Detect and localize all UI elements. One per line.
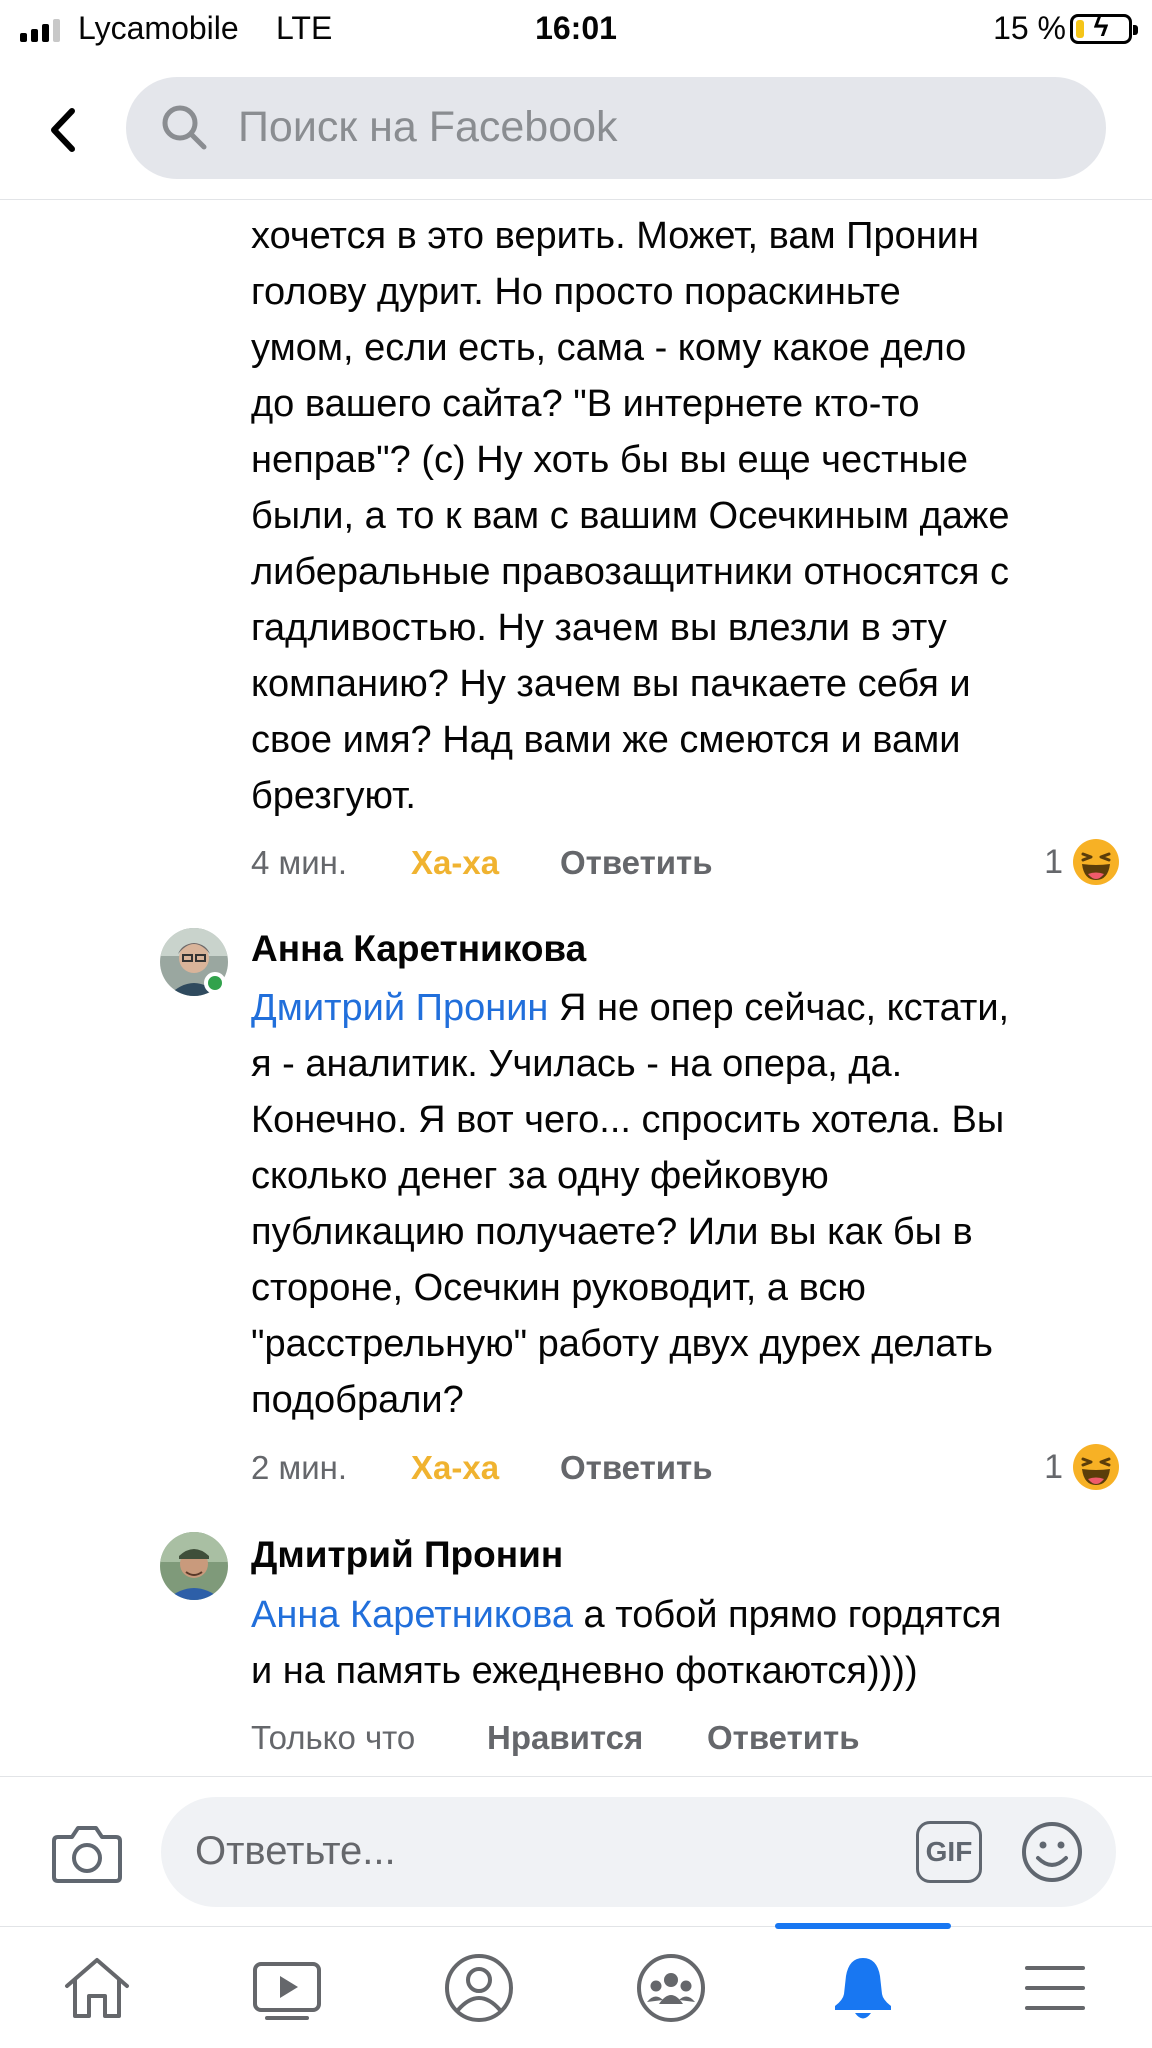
comment-line: подобрали? xyxy=(251,1379,464,1421)
status-time: 16:01 xyxy=(535,10,617,46)
comment-line: и на память ежедневно фоткаются)))) xyxy=(251,1650,918,1692)
top-bar: Поиск на Facebook xyxy=(0,60,1152,200)
reaction-summary[interactable]: 1 xyxy=(1044,832,1121,892)
tab-notifications[interactable] xyxy=(768,1927,958,2048)
comment-line: стороне, Осечкин руководит, а всю xyxy=(251,1267,866,1309)
tab-groups[interactable] xyxy=(576,1927,766,2048)
avatar[interactable] xyxy=(160,1532,228,1600)
comment-timestamp: Только что xyxy=(251,1719,416,1756)
comment-actions: 4 мин. Ха-ха Ответить 1 xyxy=(251,832,1121,892)
comment-line: компанию? Ну зачем вы пачкаете себя и xyxy=(251,663,971,705)
haha-reaction-button[interactable]: Ха-ха xyxy=(411,844,499,882)
reaction-summary[interactable]: 1 xyxy=(1044,1437,1121,1497)
comment-line: были, а то к вам с вашим Осечкиным даже xyxy=(251,495,1010,537)
comment-timestamp: 2 мин. xyxy=(251,1449,348,1486)
comment-body: Анна Каретникова а тобой прямо гордятся … xyxy=(251,1587,1131,1699)
comment-line: гадливостью. Ну зачем вы влезли в эту xyxy=(251,607,947,649)
search-input[interactable]: Поиск на Facebook xyxy=(126,77,1106,179)
comment-line: до вашего сайта? "В интернете кто-то xyxy=(251,383,920,425)
comment-line: хочется в это верить. Может, вам Пронин xyxy=(251,215,979,257)
comment-line: Конечно. Я вот чего... спросить хотела. … xyxy=(251,1099,1005,1141)
reply-input[interactable]: Ответьте... GIF xyxy=(161,1797,1116,1907)
comment-body: хочется в это верить. Может, вам Пронин … xyxy=(251,208,1131,824)
comment-line: свое имя? Над вами же смеются и вами xyxy=(251,719,961,761)
comment-line: брезгуют. xyxy=(251,775,416,817)
smiley-icon[interactable] xyxy=(1020,1820,1084,1884)
reply-button[interactable]: Ответить xyxy=(560,1449,713,1487)
comment-line: неправ"? (с) Ну хоть бы вы еще честные xyxy=(251,439,968,481)
reply-button[interactable]: Ответить xyxy=(560,844,713,882)
comment-line: либеральные правозащитники относятся с xyxy=(251,551,1009,593)
reply-button[interactable]: Ответить xyxy=(707,1719,860,1757)
camera-icon[interactable] xyxy=(50,1821,124,1885)
reply-placeholder: Ответьте... xyxy=(195,1829,396,1873)
tab-menu[interactable] xyxy=(960,1927,1150,2048)
reaction-count: 1 xyxy=(1044,1447,1063,1486)
search-icon xyxy=(162,105,207,150)
tab-video[interactable] xyxy=(192,1927,382,2048)
comment-line-first: Анна Каретникова а тобой прямо гордятся xyxy=(251,1594,1002,1636)
mention-link[interactable]: Дмитрий Пронин xyxy=(251,987,548,1029)
groups-icon xyxy=(637,1954,705,2022)
haha-emoji-icon xyxy=(1073,839,1119,885)
notifications-bell-icon xyxy=(835,1958,891,2019)
battery-charging-icon: ϟ xyxy=(1070,11,1138,44)
comment-line: я - аналитик. Училась - на опера, да. xyxy=(251,1043,903,1085)
haha-emoji-icon xyxy=(1073,1444,1119,1490)
comment-line: публикацию получаете? Или вы как бы в xyxy=(251,1211,973,1253)
video-icon xyxy=(253,1962,321,2020)
back-arrow-icon xyxy=(51,108,75,152)
mention-link[interactable]: Анна Каретникова xyxy=(251,1594,573,1636)
reply-composer: Ответьте... GIF xyxy=(0,1776,1152,1926)
home-icon xyxy=(65,1958,129,2018)
comment-author[interactable]: Дмитрий Пронин xyxy=(251,1534,563,1576)
search-placeholder: Поиск на Facebook xyxy=(238,103,618,151)
like-button[interactable]: Нравится xyxy=(487,1719,643,1757)
back-button[interactable] xyxy=(34,100,94,160)
comment-author[interactable]: Анна Каретникова xyxy=(251,928,586,970)
comment-actions: 2 мин. Ха-ха Ответить 1 xyxy=(251,1437,1121,1497)
comment-line: голову дурит. Но просто пораскиньте xyxy=(251,271,901,313)
battery-percent: 15 % xyxy=(993,10,1066,46)
reaction-count: 1 xyxy=(1044,842,1063,881)
comment-line: "расстрельную" работу двух дурех делать xyxy=(251,1323,993,1365)
comment-line-first: Дмитрий Пронин Я не опер сейчас, кстати, xyxy=(251,987,1010,1029)
gif-button[interactable]: GIF xyxy=(916,1821,982,1883)
bottom-tab-bar xyxy=(0,1923,1152,2048)
profile-icon xyxy=(445,1954,513,2022)
online-status-indicator xyxy=(204,972,226,994)
comment-body: Дмитрий Пронин Я не опер сейчас, кстати,… xyxy=(251,980,1131,1428)
comment-line: умом, если есть, сама - кому какое дело xyxy=(251,327,967,369)
comment-actions: Только что Нравится Ответить xyxy=(251,1707,1121,1767)
menu-icon xyxy=(1025,1966,1085,2010)
status-bar: Lycamobile LTE 16:01 15 % ϟ xyxy=(0,0,1152,60)
tab-home[interactable] xyxy=(2,1927,192,2048)
tab-profile[interactable] xyxy=(384,1927,574,2048)
comment-timestamp: 4 мин. xyxy=(251,844,348,881)
comment-line: сколько денег за одну фейковую xyxy=(251,1155,829,1197)
facebook-comments-screen: Lycamobile LTE 16:01 15 % ϟ Поиск на Fac… xyxy=(0,0,1152,2048)
haha-reaction-button[interactable]: Ха-ха xyxy=(411,1449,499,1487)
